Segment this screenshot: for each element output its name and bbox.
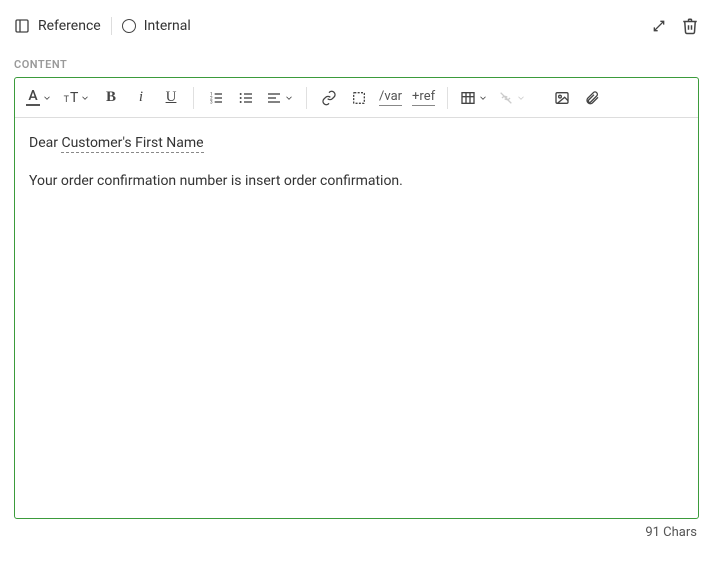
chevron-down-icon [80,93,90,103]
insert-ref-button[interactable]: +ref [408,84,439,112]
editor-content-area[interactable]: Dear Customer's First Name Your order co… [15,118,698,518]
paperclip-icon [584,90,600,106]
italic-icon: i [139,89,143,106]
header-left: Reference Internal [14,17,191,35]
table-icon [460,90,476,106]
text-size-button[interactable]: TT [59,84,95,112]
fullscreen-select-button[interactable] [345,84,373,112]
italic-button[interactable]: i [127,84,155,112]
editor-toolbar: A TT B i U 1 2 3 [15,78,698,118]
header-row: Reference Internal [14,14,699,38]
attach-button[interactable] [578,84,606,112]
var-label: /var [379,89,402,106]
unordered-list-icon [238,90,254,106]
divider [111,17,112,35]
bold-icon: B [106,89,116,106]
expand-icon[interactable] [651,18,667,34]
greeting-prefix: Dear [29,135,61,151]
ref-label: +ref [412,89,435,106]
table-button[interactable] [456,84,492,112]
reference-toggle[interactable]: Reference [14,18,101,34]
text-size-icon: TT [64,90,79,106]
trash-icon[interactable] [681,17,699,35]
image-button[interactable] [548,84,576,112]
insert-var-button[interactable]: /var [375,84,406,112]
ordered-list-icon: 1 2 3 [208,90,224,106]
bold-button[interactable]: B [97,84,125,112]
chevron-down-icon [42,93,52,103]
link-button[interactable] [315,84,343,112]
text-color-button[interactable]: A [21,84,57,112]
internal-label: Internal [144,18,191,34]
toolbar-separator [193,87,194,109]
circle-icon [122,19,136,33]
header-right [651,17,699,35]
toolbar-separator [447,87,448,109]
reference-label: Reference [38,18,101,34]
reference-icon [14,18,30,34]
chevron-down-icon [516,93,526,103]
underline-icon: U [166,89,177,106]
align-left-icon [266,90,282,106]
toolbar-separator [306,87,307,109]
text-color-icon: A [26,89,40,106]
ordered-list-button[interactable]: 1 2 3 [202,84,230,112]
internal-toggle[interactable]: Internal [122,18,191,34]
underline-button[interactable]: U [157,84,185,112]
editor-line: Your order confirmation number is insert… [29,170,684,194]
placeholder-token-customer-name[interactable]: Customer's First Name [61,135,203,153]
unordered-list-button[interactable] [232,84,260,112]
editor-line: Dear Customer's First Name [29,132,684,156]
unlink-icon [498,90,514,106]
link-icon [321,90,337,106]
chevron-down-icon [478,93,488,103]
image-icon [554,90,570,106]
editor-container: A TT B i U 1 2 3 [14,77,699,519]
selection-icon [351,90,367,106]
char-count: 91 Chars [14,525,699,540]
content-section-label: CONTENT [14,58,699,71]
svg-text:3: 3 [210,99,213,105]
clear-format-button[interactable] [494,84,530,112]
align-button[interactable] [262,84,298,112]
chevron-down-icon [284,93,294,103]
